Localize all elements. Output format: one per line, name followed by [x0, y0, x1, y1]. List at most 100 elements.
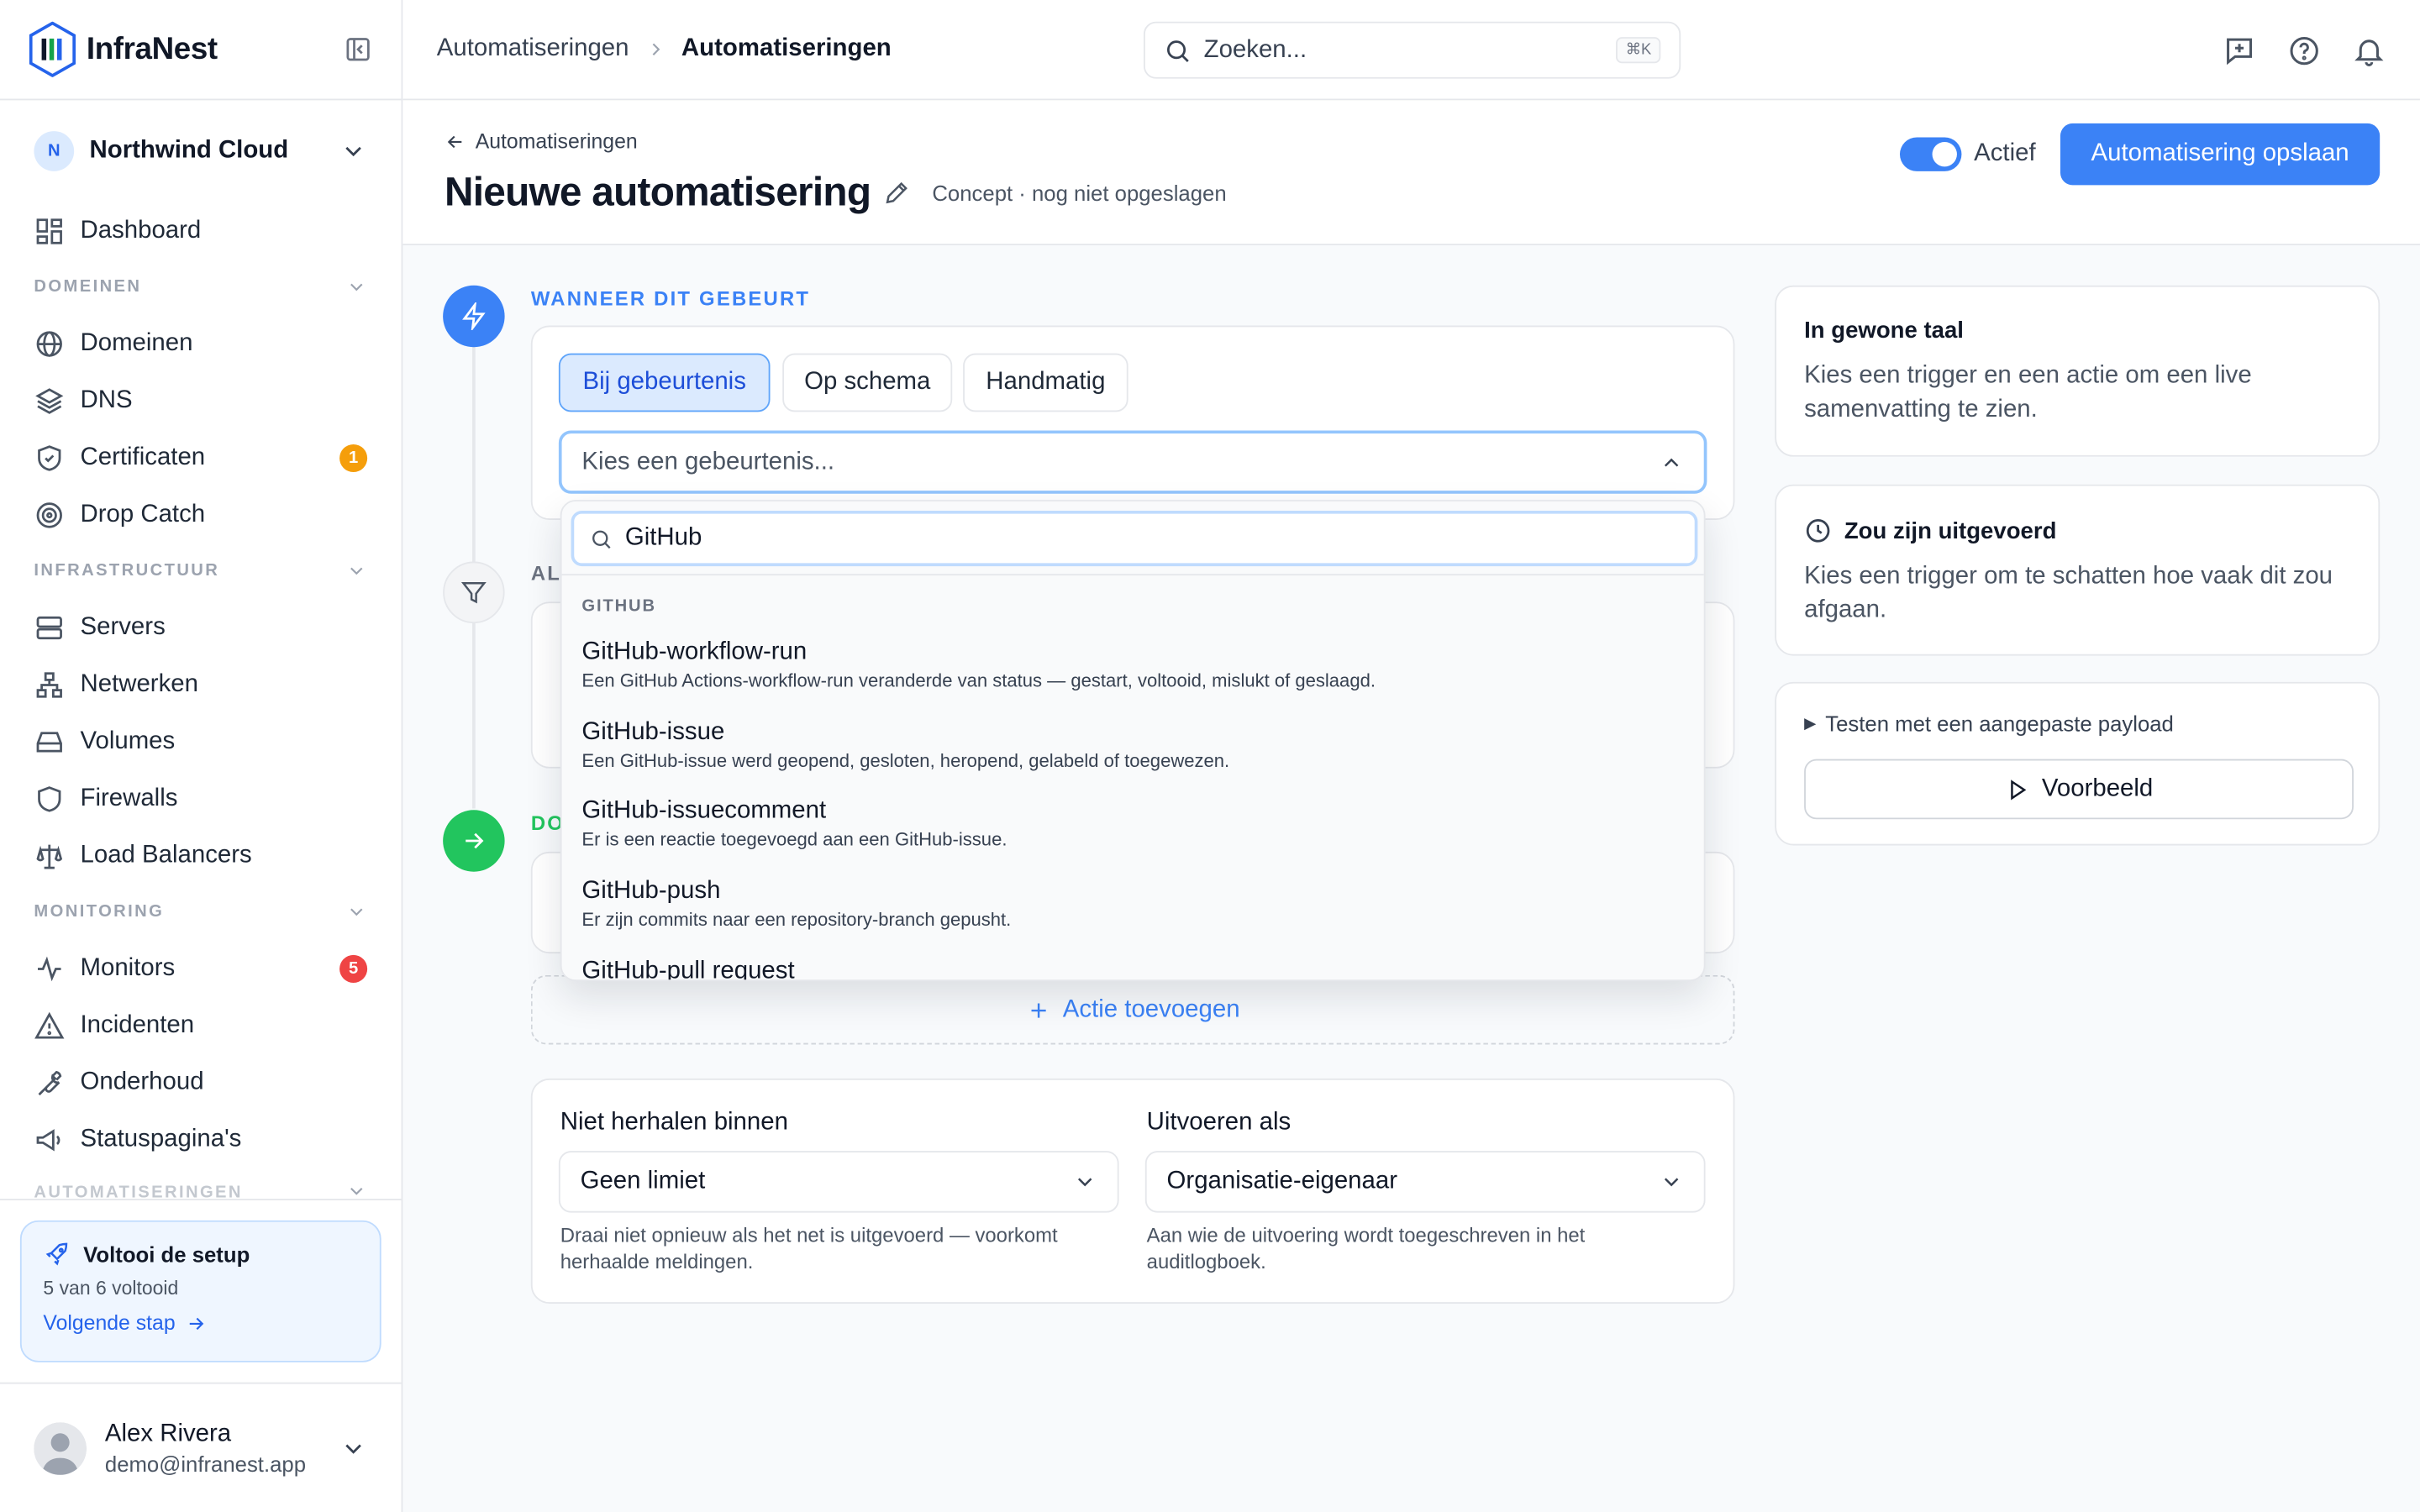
sidebar-item-monitors[interactable]: Monitors 5 — [0, 940, 402, 997]
sidebar-item-load-balancers[interactable]: Load Balancers — [0, 827, 402, 884]
chevron-down-icon — [1664, 1178, 1679, 1187]
section-domeinen[interactable]: DOMEINEN — [0, 260, 402, 315]
setup-next-link[interactable]: Volgende stap — [43, 1311, 358, 1335]
sidebar-item-label: Statuspagina's — [80, 1125, 242, 1152]
sidebar-divider — [0, 1199, 402, 1200]
event-dropdown: GitHub GITHUB GitHub-workflow-run Een Gi… — [560, 500, 1706, 982]
run-as-value: Organisatie-eigenaar — [1166, 1168, 1397, 1194]
list-item-title: GitHub-issuecomment — [581, 797, 827, 824]
globe-icon — [36, 330, 62, 356]
setup-card: Voltooi de setup 5 van 6 voltooid Volgen… — [19, 1220, 381, 1362]
user-name: Alex Rivera — [104, 1420, 232, 1446]
section-label: MONITORING — [34, 902, 165, 921]
sidebar-item-label: Monitors — [80, 953, 176, 981]
list-item[interactable]: GitHub-issue Een GitHub-issue werd geope… — [581, 719, 1686, 771]
help-icon[interactable] — [2287, 34, 2321, 67]
sidebar-collapse-icon[interactable] — [343, 34, 374, 65]
list-item-title: GitHub-workflow-run — [581, 638, 808, 665]
test-card: ▶ Testen met een aangepaste payload Voor… — [1775, 681, 2381, 846]
sidebar-item-label: Volumes — [80, 727, 176, 754]
list-item[interactable]: GitHub-pull request — [581, 958, 1686, 982]
user-menu[interactable]: Alex Rivera demo@infranest.app — [0, 1382, 402, 1512]
network-icon — [36, 671, 62, 697]
list-item[interactable]: GitHub-workflow-run Een GitHub Actions-w… — [581, 638, 1686, 690]
plain-language-body: Kies een trigger en een actie om een liv… — [1804, 362, 2252, 423]
no-repeat-help: Draai niet opnieuw als het net is uitgev… — [560, 1223, 1058, 1273]
breadcrumb-item[interactable]: Automatiseringen — [437, 35, 629, 63]
filter-icon — [460, 582, 487, 604]
logo-row: InfraNest — [0, 0, 402, 101]
active-toggle[interactable] — [1899, 137, 1962, 171]
run-as-select[interactable]: Organisatie-eigenaar — [1144, 1151, 1706, 1213]
no-repeat-select[interactable]: Geen limiet — [558, 1151, 1119, 1213]
sidebar-item-firewalls[interactable]: Firewalls — [0, 770, 402, 827]
list-item[interactable]: GitHub-issuecomment Er is een reactie to… — [581, 798, 1686, 850]
org-switcher[interactable]: N Northwind Cloud — [0, 100, 402, 202]
would-run-title: Zou zijn uitgevoerd — [1804, 517, 2350, 544]
save-button[interactable]: Automatisering opslaan — [2060, 123, 2381, 186]
org-name: Northwind Cloud — [89, 137, 289, 164]
event-search-value: GitHub — [624, 524, 702, 551]
sidebar-item-netwerken[interactable]: Netwerken — [0, 656, 402, 713]
search-input[interactable]: Zoeken... ⌘K — [1143, 21, 1681, 79]
sidebar-item-label: Domeinen — [80, 329, 193, 356]
add-action-button[interactable]: Actie toevoegen — [530, 974, 1735, 1045]
sidebar-item-onderhoud[interactable]: Onderhoud — [0, 1053, 402, 1110]
sidebar-item-statuspaginas[interactable]: Statuspagina's — [0, 1110, 402, 1168]
sidebar-item-domeinen[interactable]: Domeinen — [0, 315, 402, 372]
event-select[interactable]: Kies een gebeurtenis... — [558, 430, 1707, 494]
would-run-card: Zou zijn uitgevoerd Kies een trigger om … — [1775, 484, 2381, 656]
arrow-right-icon — [466, 832, 484, 849]
monitors-badge: 5 — [339, 953, 368, 983]
conditions-step-dot — [443, 561, 505, 624]
back-link[interactable]: Automatiseringen — [445, 129, 638, 153]
sidebar-item-incidenten[interactable]: Incidenten — [0, 997, 402, 1054]
sidebar-item-certificaten[interactable]: Certificaten 1 — [0, 429, 402, 486]
add-action-label: Actie toevoegen — [1062, 995, 1240, 1022]
section-monitoring[interactable]: MONITORING — [0, 884, 402, 939]
run-as-help: Aan wie de uitvoering wordt toegeschreve… — [1146, 1223, 1586, 1273]
back-link-label: Automatiseringen — [475, 129, 638, 153]
chevron-down-icon — [345, 1443, 361, 1453]
sidebar-item-servers[interactable]: Servers — [0, 599, 402, 656]
setup-progress: 5 van 6 voltooid — [43, 1277, 179, 1299]
sidebar-item-dashboard[interactable]: Dashboard — [0, 202, 402, 260]
section-infrastructuur[interactable]: INFRASTRUCTUUR — [0, 543, 402, 599]
sidebar-item-dns[interactable]: DNS — [0, 372, 402, 429]
sidebar: InfraNest N Northwind Cloud Dashboard DO… — [0, 0, 403, 1512]
list-item-desc: Een GitHub Actions-workflow-run verander… — [581, 669, 1376, 691]
event-search-input[interactable]: GitHub — [571, 510, 1698, 567]
server-icon — [36, 615, 62, 639]
mode-manual-button[interactable]: Handmatig — [963, 353, 1128, 412]
sidebar-item-label: Onderhoud — [80, 1068, 204, 1095]
feedback-icon[interactable] — [2223, 34, 2256, 67]
list-item-title: GitHub-issue — [581, 718, 725, 746]
user-info: Alex Rivera demo@infranest.app — [105, 1420, 306, 1476]
preview-button[interactable]: Voorbeeld — [1804, 759, 2354, 820]
list-item-title: GitHub-pull request — [581, 958, 795, 982]
pencil-icon[interactable] — [883, 178, 911, 206]
dropdown-divider — [561, 574, 1704, 576]
chevron-up-icon — [1664, 457, 1679, 466]
sidebar-item-drop-catch[interactable]: Drop Catch — [0, 486, 402, 543]
chevron-down-icon — [350, 283, 363, 291]
section-automatiseringen[interactable]: AUTOMATISERINGEN — [0, 1168, 402, 1202]
dropdown-group-label: GITHUB — [581, 596, 656, 616]
sidebar-item-volumes[interactable]: Volumes — [0, 713, 402, 770]
mode-schedule-button[interactable]: Op schema — [782, 353, 953, 412]
user-avatar-icon — [34, 1421, 87, 1474]
search-icon — [1167, 39, 1189, 62]
no-repeat-value: Geen limiet — [580, 1168, 706, 1194]
test-payload-label: Testen met een aangepaste payload — [1825, 711, 2174, 737]
list-item-desc: Er is een reactie toegevoegd aan een Git… — [581, 828, 1007, 851]
clock-icon — [1806, 519, 1830, 543]
mode-event-button[interactable]: Bij gebeurtenis — [558, 353, 771, 412]
play-icon — [2011, 779, 2027, 800]
wrench-icon — [38, 1069, 62, 1095]
sidebar-item-label: Incidenten — [80, 1011, 195, 1038]
test-payload-toggle[interactable]: ▶ Testen met een aangepaste payload — [1804, 711, 2350, 736]
bell-icon[interactable] — [2352, 34, 2386, 67]
list-item-title: GitHub-push — [581, 878, 721, 905]
list-item[interactable]: GitHub-push Er zijn commits naar een rep… — [581, 878, 1686, 930]
section-label: INFRASTRUCTUUR — [34, 561, 220, 580]
